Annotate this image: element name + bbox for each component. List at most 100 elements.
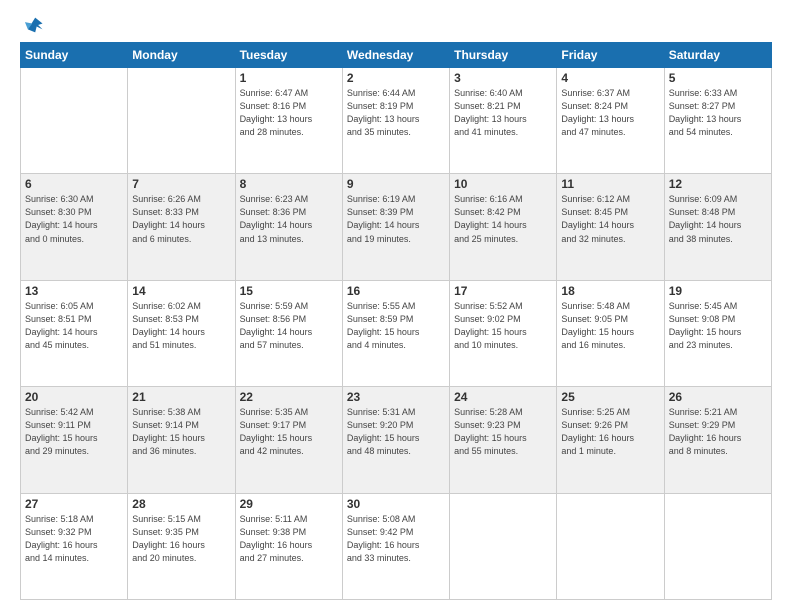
- calendar-cell: 3 Sunrise: 6:40 AM Sunset: 8:21 PM Daylig…: [450, 68, 557, 174]
- day-number: 19: [669, 284, 767, 298]
- day-info: Sunrise: 5:11 AM Sunset: 9:38 PM Dayligh…: [240, 513, 338, 565]
- calendar-cell: 28 Sunrise: 5:15 AM Sunset: 9:35 PM Dayli…: [128, 493, 235, 599]
- day-info: Sunrise: 5:48 AM Sunset: 9:05 PM Dayligh…: [561, 300, 659, 352]
- day-number: 14: [132, 284, 230, 298]
- day-info: Sunrise: 5:59 AM Sunset: 8:56 PM Dayligh…: [240, 300, 338, 352]
- day-number: 12: [669, 177, 767, 191]
- day-info: Sunrise: 5:35 AM Sunset: 9:17 PM Dayligh…: [240, 406, 338, 458]
- day-number: 10: [454, 177, 552, 191]
- day-info: Sunrise: 6:23 AM Sunset: 8:36 PM Dayligh…: [240, 193, 338, 245]
- calendar-cell: 2Sunrise: 6:44 AM Sunset: 8:19 PM Daylig…: [342, 68, 449, 174]
- day-number: 5: [669, 71, 767, 85]
- day-number: 23: [347, 390, 445, 404]
- day-info: Sunrise: 6:19 AM Sunset: 8:39 PM Dayligh…: [347, 193, 445, 245]
- day-number: 16: [347, 284, 445, 298]
- day-number: 7: [132, 177, 230, 191]
- day-number: 17: [454, 284, 552, 298]
- day-info: Sunrise: 6:02 AM Sunset: 8:53 PM Dayligh…: [132, 300, 230, 352]
- day-number: 29: [240, 497, 338, 511]
- day-number: 18: [561, 284, 659, 298]
- day-info: Sunrise: 5:18 AM Sunset: 9:32 PM Dayligh…: [25, 513, 123, 565]
- weekday-header-row: SundayMondayTuesdayWednesdayThursdayFrid…: [21, 43, 772, 68]
- calendar-cell: 8 Sunrise: 6:23 AM Sunset: 8:36 PM Daylig…: [235, 174, 342, 280]
- day-info: Sunrise: 5:21 AM Sunset: 9:29 PM Dayligh…: [669, 406, 767, 458]
- day-info: Sunrise: 5:31 AM Sunset: 9:20 PM Dayligh…: [347, 406, 445, 458]
- week-row-1: 1Sunrise: 6:47 AM Sunset: 8:16 PM Daylig…: [21, 68, 772, 174]
- calendar-cell: 16 Sunrise: 5:55 AM Sunset: 8:59 PM Dayli…: [342, 280, 449, 386]
- day-info: Sunrise: 6:09 AM Sunset: 8:48 PM Dayligh…: [669, 193, 767, 245]
- calendar-cell: 25 Sunrise: 5:25 AM Sunset: 9:26 PM Dayli…: [557, 387, 664, 493]
- day-number: 25: [561, 390, 659, 404]
- day-number: 22: [240, 390, 338, 404]
- day-info: Sunrise: 5:38 AM Sunset: 9:14 PM Dayligh…: [132, 406, 230, 458]
- day-info: Sunrise: 5:15 AM Sunset: 9:35 PM Dayligh…: [132, 513, 230, 565]
- day-info: Sunrise: 6:26 AM Sunset: 8:33 PM Dayligh…: [132, 193, 230, 245]
- weekday-header-sunday: Sunday: [21, 43, 128, 68]
- calendar-cell: 27 Sunrise: 5:18 AM Sunset: 9:32 PM Dayli…: [21, 493, 128, 599]
- calendar-cell: 17 Sunrise: 5:52 AM Sunset: 9:02 PM Dayli…: [450, 280, 557, 386]
- day-number: 26: [669, 390, 767, 404]
- day-number: 27: [25, 497, 123, 511]
- weekday-header-friday: Friday: [557, 43, 664, 68]
- day-number: 13: [25, 284, 123, 298]
- day-number: 15: [240, 284, 338, 298]
- calendar-cell: 24 Sunrise: 5:28 AM Sunset: 9:23 PM Dayli…: [450, 387, 557, 493]
- day-info: Sunrise: 5:08 AM Sunset: 9:42 PM Dayligh…: [347, 513, 445, 565]
- weekday-header-tuesday: Tuesday: [235, 43, 342, 68]
- day-info: Sunrise: 5:55 AM Sunset: 8:59 PM Dayligh…: [347, 300, 445, 352]
- calendar-cell: [664, 493, 771, 599]
- weekday-header-wednesday: Wednesday: [342, 43, 449, 68]
- day-info: Sunrise: 5:45 AM Sunset: 9:08 PM Dayligh…: [669, 300, 767, 352]
- day-info: Sunrise: 6:40 AM Sunset: 8:21 PM Dayligh…: [454, 87, 552, 139]
- day-number: 3: [454, 71, 552, 85]
- calendar-cell: 6 Sunrise: 6:30 AM Sunset: 8:30 PM Daylig…: [21, 174, 128, 280]
- weekday-header-saturday: Saturday: [664, 43, 771, 68]
- calendar-cell: 14 Sunrise: 6:02 AM Sunset: 8:53 PM Dayli…: [128, 280, 235, 386]
- day-info: Sunrise: 6:33 AM Sunset: 8:27 PM Dayligh…: [669, 87, 767, 139]
- calendar-cell: 11 Sunrise: 6:12 AM Sunset: 8:45 PM Dayli…: [557, 174, 664, 280]
- week-row-3: 13 Sunrise: 6:05 AM Sunset: 8:51 PM Dayli…: [21, 280, 772, 386]
- calendar-cell: [450, 493, 557, 599]
- day-info: Sunrise: 5:25 AM Sunset: 9:26 PM Dayligh…: [561, 406, 659, 458]
- day-number: 24: [454, 390, 552, 404]
- weekday-header-thursday: Thursday: [450, 43, 557, 68]
- day-number: 28: [132, 497, 230, 511]
- day-info: Sunrise: 6:16 AM Sunset: 8:42 PM Dayligh…: [454, 193, 552, 245]
- calendar-cell: [128, 68, 235, 174]
- day-info: Sunrise: 6:05 AM Sunset: 8:51 PM Dayligh…: [25, 300, 123, 352]
- calendar-cell: 4Sunrise: 6:37 AM Sunset: 8:24 PM Daylig…: [557, 68, 664, 174]
- calendar-cell: 29 Sunrise: 5:11 AM Sunset: 9:38 PM Dayli…: [235, 493, 342, 599]
- day-info: Sunrise: 6:12 AM Sunset: 8:45 PM Dayligh…: [561, 193, 659, 245]
- day-info: Sunrise: 5:52 AM Sunset: 9:02 PM Dayligh…: [454, 300, 552, 352]
- calendar-cell: 10 Sunrise: 6:16 AM Sunset: 8:42 PM Dayli…: [450, 174, 557, 280]
- week-row-4: 20 Sunrise: 5:42 AM Sunset: 9:11 PM Dayli…: [21, 387, 772, 493]
- calendar-cell: 26 Sunrise: 5:21 AM Sunset: 9:29 PM Dayli…: [664, 387, 771, 493]
- day-number: 9: [347, 177, 445, 191]
- calendar-cell: 15 Sunrise: 5:59 AM Sunset: 8:56 PM Dayli…: [235, 280, 342, 386]
- calendar-cell: 23 Sunrise: 5:31 AM Sunset: 9:20 PM Dayli…: [342, 387, 449, 493]
- day-number: 8: [240, 177, 338, 191]
- calendar-cell: 21 Sunrise: 5:38 AM Sunset: 9:14 PM Dayli…: [128, 387, 235, 493]
- calendar-cell: 1Sunrise: 6:47 AM Sunset: 8:16 PM Daylig…: [235, 68, 342, 174]
- day-number: 21: [132, 390, 230, 404]
- weekday-header-monday: Monday: [128, 43, 235, 68]
- day-info: Sunrise: 6:37 AM Sunset: 8:24 PM Dayligh…: [561, 87, 659, 139]
- day-info: Sunrise: 5:28 AM Sunset: 9:23 PM Dayligh…: [454, 406, 552, 458]
- calendar-table: SundayMondayTuesdayWednesdayThursdayFrid…: [20, 42, 772, 600]
- logo-bird-icon: [22, 14, 44, 36]
- logo: [20, 16, 44, 36]
- calendar-cell: [557, 493, 664, 599]
- week-row-5: 27 Sunrise: 5:18 AM Sunset: 9:32 PM Dayli…: [21, 493, 772, 599]
- day-number: 11: [561, 177, 659, 191]
- day-number: 20: [25, 390, 123, 404]
- calendar-cell: 12 Sunrise: 6:09 AM Sunset: 8:48 PM Dayli…: [664, 174, 771, 280]
- calendar-cell: 13 Sunrise: 6:05 AM Sunset: 8:51 PM Dayli…: [21, 280, 128, 386]
- page: SundayMondayTuesdayWednesdayThursdayFrid…: [0, 0, 792, 612]
- day-info: Sunrise: 6:47 AM Sunset: 8:16 PM Dayligh…: [240, 87, 338, 139]
- calendar-cell: 18 Sunrise: 5:48 AM Sunset: 9:05 PM Dayli…: [557, 280, 664, 386]
- day-info: Sunrise: 6:30 AM Sunset: 8:30 PM Dayligh…: [25, 193, 123, 245]
- calendar-cell: 9 Sunrise: 6:19 AM Sunset: 8:39 PM Daylig…: [342, 174, 449, 280]
- calendar-cell: 7 Sunrise: 6:26 AM Sunset: 8:33 PM Daylig…: [128, 174, 235, 280]
- day-info: Sunrise: 5:42 AM Sunset: 9:11 PM Dayligh…: [25, 406, 123, 458]
- day-number: 6: [25, 177, 123, 191]
